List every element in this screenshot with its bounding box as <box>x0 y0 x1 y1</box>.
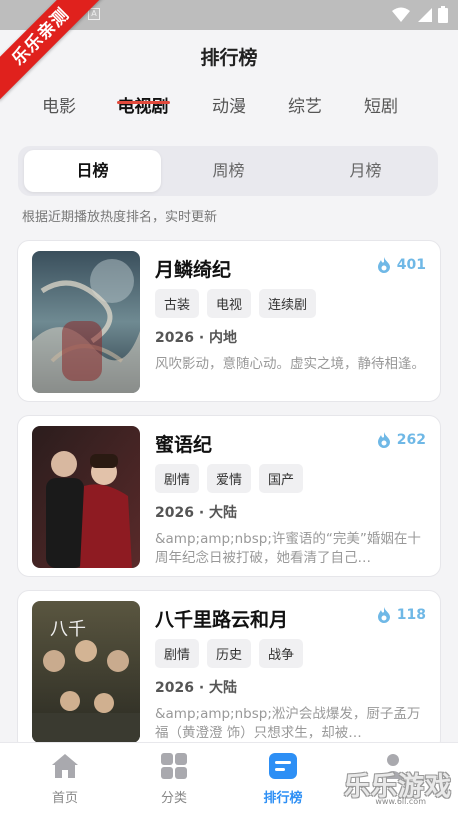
category-tabs: 电影 电视剧 动漫 综艺 短剧 <box>0 92 458 122</box>
tab-category-label: 分类 <box>160 791 187 806</box>
page-title: 排行榜 <box>200 47 258 69</box>
tag: 连续剧 <box>259 289 317 318</box>
year-region: 2026 · 大陆 <box>155 505 238 521</box>
site-watermark: 乐乐游戏 www.6ll.com <box>338 766 456 814</box>
poster-image <box>32 426 140 568</box>
year-region: 2026 · 大陆 <box>155 680 238 696</box>
tag: 爱情 <box>207 464 252 493</box>
ranking-icon <box>269 753 297 779</box>
notification-a-icon: A <box>88 8 100 20</box>
tab-short-drama[interactable]: 短剧 <box>343 92 419 117</box>
home-icon <box>52 754 78 778</box>
tab-movie[interactable]: 电影 <box>21 92 97 117</box>
segment-monthly[interactable]: 月榜 <box>297 150 434 192</box>
heat-score: 262 <box>377 432 426 448</box>
segment-weekly[interactable]: 周榜 <box>160 150 297 192</box>
tab-home-label: 首页 <box>51 791 78 806</box>
heat-value: 118 <box>396 607 426 623</box>
description: &amp;amp;nbsp;许蜜语的“完美”婚姻在十周年纪念日被打破，她看清了自… <box>155 531 421 566</box>
year-region: 2026 · 内地 <box>155 330 238 346</box>
ranking-card[interactable]: 月鳞绮纪 401 古装 电视 连续剧 2026 · 内地 风吹影动，意随心动。虚… <box>17 240 441 402</box>
segment-daily[interactable]: 日榜 <box>24 150 161 192</box>
tab-ranking[interactable]: 排行榜 <box>243 753 323 806</box>
title: 月鳞绮纪 <box>155 259 232 281</box>
grid-icon <box>161 753 187 779</box>
heat-score: 118 <box>377 607 426 623</box>
poster-image <box>32 251 140 393</box>
tag-list: 剧情 爱情 国产 <box>155 464 304 493</box>
flame-icon <box>377 607 390 623</box>
ranking-period-selector: 日榜 周榜 月榜 <box>18 146 438 196</box>
battery-icon <box>438 6 448 23</box>
wifi-icon <box>392 7 410 22</box>
tag: 剧情 <box>155 639 200 668</box>
tag-list: 剧情 历史 战争 <box>155 639 304 668</box>
tag: 战争 <box>259 639 304 668</box>
tag: 电视 <box>207 289 252 318</box>
title: 蜜语纪 <box>155 434 213 456</box>
flame-icon <box>377 257 390 273</box>
tag-list: 古装 电视 连续剧 <box>155 289 317 318</box>
heat-value: 401 <box>396 257 426 273</box>
watermark-url: www.6ll.com <box>375 797 426 806</box>
title: 八千里路云和月 <box>155 609 289 631</box>
ranking-card[interactable]: 蜜语纪 262 剧情 爱情 国产 2026 · 大陆 &amp;amp;nbsp… <box>17 415 441 577</box>
tab-anime[interactable]: 动漫 <box>191 92 267 117</box>
heat-score: 401 <box>377 257 426 273</box>
page-header: 排行榜 电影 电视剧 动漫 综艺 短剧 <box>0 30 458 138</box>
ranking-card[interactable]: 八千 八千里路云和月 118 剧情 历史 战争 2026 · 大陆 &amp;a… <box>17 590 441 752</box>
tag: 国产 <box>259 464 304 493</box>
tag: 剧情 <box>155 464 200 493</box>
signal-icon <box>418 7 432 22</box>
flame-icon <box>377 432 390 448</box>
tab-variety[interactable]: 综艺 <box>267 92 343 117</box>
ranking-hint: 根据近期播放热度排名，实时更新 <box>22 210 218 225</box>
heat-value: 262 <box>396 432 426 448</box>
tag: 历史 <box>207 639 252 668</box>
description: 风吹影动，意随心动。虚实之境，静待相逢。 <box>155 356 425 372</box>
poster-image: 八千 <box>32 601 140 743</box>
description: &amp;amp;nbsp;淞沪会战爆发，厨子孟万福（黄澄澄 饰）只想求生，却被… <box>155 706 421 741</box>
tab-tv-series[interactable]: 电视剧 <box>105 92 181 117</box>
tag: 古装 <box>155 289 200 318</box>
svg-text:八千: 八千 <box>50 619 86 640</box>
active-tab-indicator <box>117 101 170 104</box>
tab-category[interactable]: 分类 <box>134 753 214 806</box>
tab-home[interactable]: 首页 <box>25 753 105 806</box>
tab-ranking-label: 排行榜 <box>263 791 303 806</box>
